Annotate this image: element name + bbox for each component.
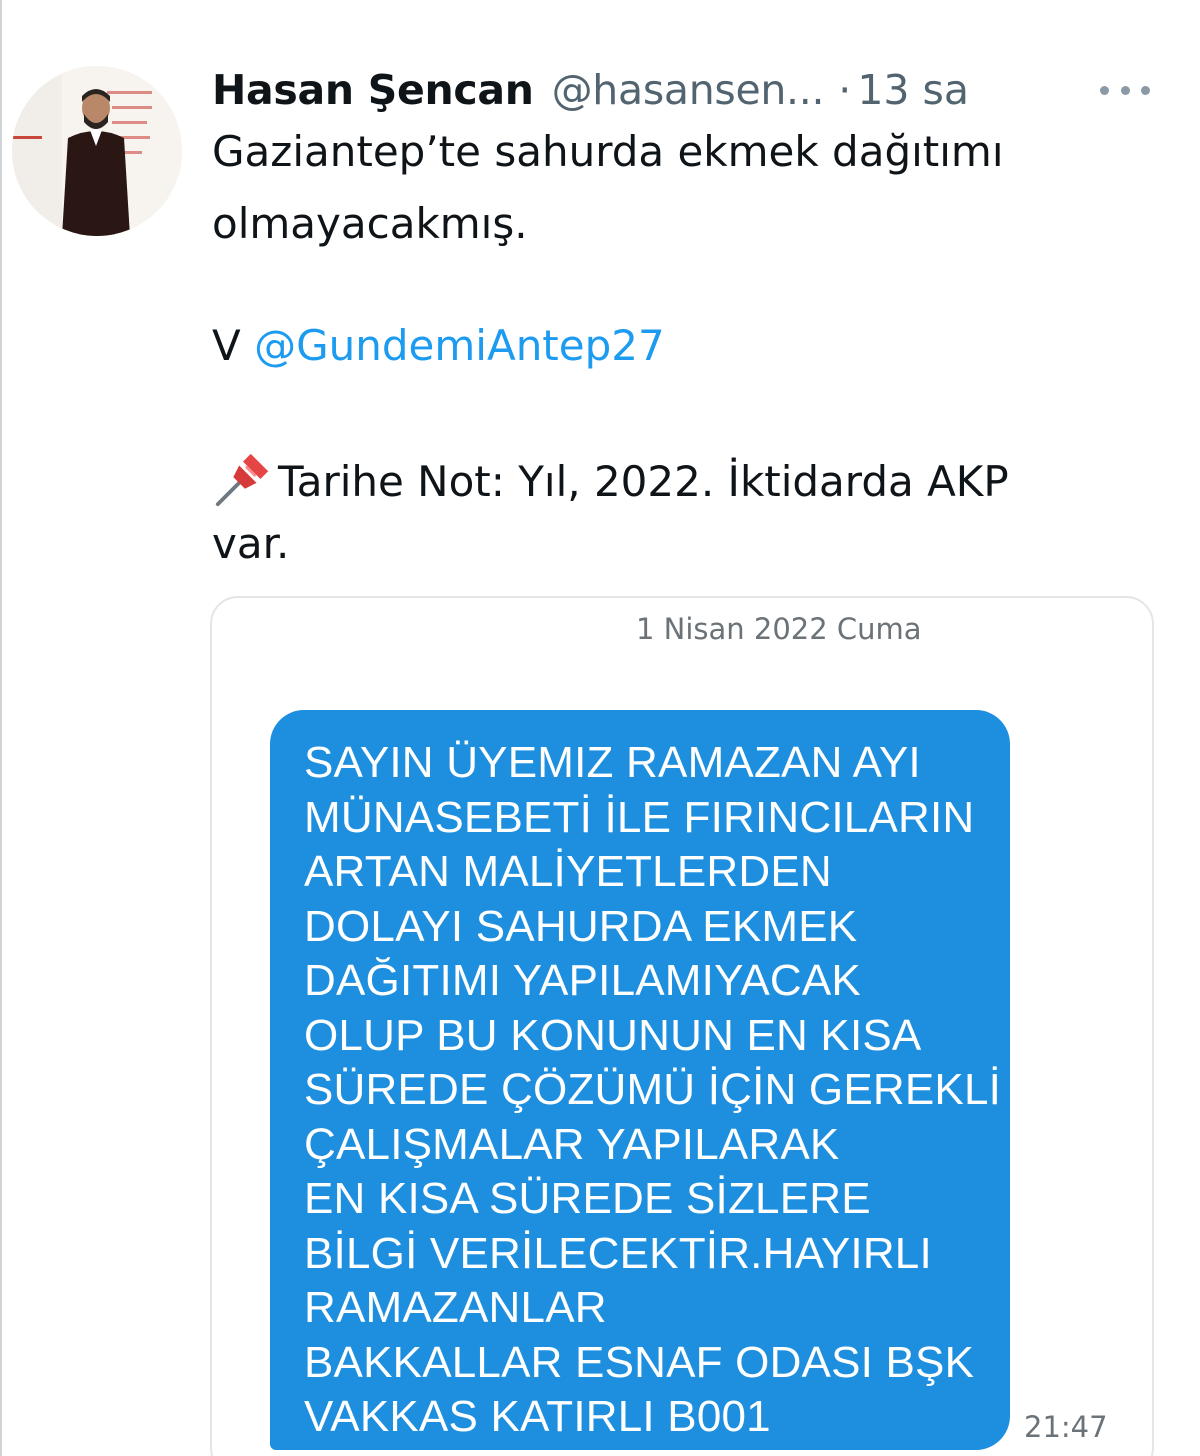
avatar-photo xyxy=(12,66,182,236)
tweet-timestamp[interactable]: 13 sa xyxy=(857,66,969,114)
note-text: Tarihe Not: Yıl, 2022. İktidarda AKP xyxy=(278,457,1009,506)
sms-line: BİLGİ VERİLECEKTİR.HAYIRLI xyxy=(304,1228,932,1278)
sms-line: ARTAN MALİYETLERDEN xyxy=(304,847,832,896)
more-dot xyxy=(1100,85,1109,95)
sms-line: DOLAYI SAHURDA EKMEK xyxy=(304,901,858,951)
more-options-icon[interactable] xyxy=(1100,76,1150,104)
sms-line: SÜREDE ÇÖZÜMÜ İÇİN GEREKLİ xyxy=(304,1065,1002,1114)
sms-date: 1 Nisan 2022 Cuma xyxy=(636,612,922,646)
tweet-text-line: olmayacakmış. xyxy=(212,199,528,248)
tweet-text-line: Gaziantep’te sahurda ekmek dağıtımı xyxy=(212,127,1004,176)
sms-screenshot-image[interactable]: 1 Nisan 2022 Cuma SAYIN ÜYEMIZ RAMAZAN A… xyxy=(210,596,1154,1456)
pushpin-icon xyxy=(215,453,269,507)
sms-line: MÜNASEBETİ İLE FIRINCILARIN xyxy=(304,792,975,842)
author-name[interactable]: Hasan Şencan xyxy=(212,66,534,114)
tweet-header: Hasan Şencan @hasansen... · 13 sa xyxy=(212,62,969,118)
note-line: Tarihe Not: Yıl, 2022. İktidarda AKP xyxy=(212,448,1009,510)
via-prefix: V xyxy=(212,321,241,370)
sms-line: EN KISA SÜREDE SİZLERE xyxy=(304,1174,871,1223)
via-line: V @GundemiAntep27 xyxy=(212,318,665,374)
more-dot xyxy=(1141,85,1150,95)
tweet-screenshot: Hasan Şencan @hasansen... · 13 sa Gazian… xyxy=(0,0,1200,1456)
author-handle[interactable]: @hasansen... xyxy=(552,66,825,114)
sms-line: OLUP BU KONUNUN EN KISA xyxy=(304,1010,922,1060)
sms-time: 21:47 xyxy=(1024,1410,1108,1444)
sms-bubble: SAYIN ÜYEMIZ RAMAZAN AYI MÜNASEBETİ İLE … xyxy=(270,710,1010,1450)
sms-line: BAKKALLAR ESNAF ODASI BŞK xyxy=(304,1337,975,1387)
sms-line: ÇALIŞMALAR YAPILARAK xyxy=(304,1119,840,1169)
note-text-line: var. xyxy=(212,519,290,568)
separator-dot: · xyxy=(838,66,852,114)
sms-line: DAĞITIMI YAPILAMIYACAK xyxy=(304,956,861,1005)
avatar[interactable] xyxy=(12,66,182,236)
mention-link[interactable]: @GundemiAntep27 xyxy=(254,321,665,370)
more-dot xyxy=(1120,85,1130,95)
sms-line: SAYIN ÜYEMIZ RAMAZAN AYI xyxy=(304,738,921,787)
sms-line: RAMAZANLAR xyxy=(304,1283,607,1332)
sms-line: VAKKAS KATIRLI B001 xyxy=(304,1392,771,1441)
